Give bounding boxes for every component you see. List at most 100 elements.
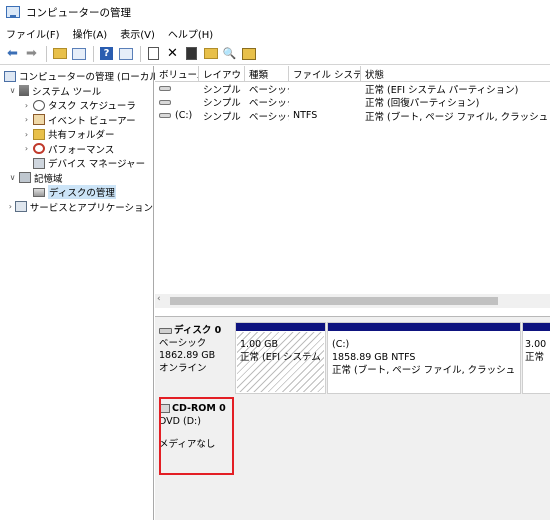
expand-chevron-icon[interactable]: › xyxy=(22,101,31,110)
tree-item-disk-management[interactable]: ディスクの管理 xyxy=(0,185,153,200)
partition-status: 正常 xyxy=(525,352,545,363)
partition-efi[interactable]: 1.00 GB 正常 (EFI システム パー xyxy=(235,322,326,394)
refresh-icon[interactable] xyxy=(145,45,162,62)
tree-item-system-tools[interactable]: ∨ システム ツール xyxy=(0,84,153,99)
volume-icon xyxy=(159,113,171,119)
tree-item-label: ディスクの管理 xyxy=(48,185,116,200)
show-hide-icon[interactable] xyxy=(117,45,134,62)
menu-action[interactable]: 操作(A) xyxy=(73,26,108,41)
tree-item-performance[interactable]: › パフォーマンス xyxy=(0,142,153,157)
clock-icon xyxy=(33,99,45,111)
highlight-box xyxy=(159,397,234,475)
tree-item-label: 記憶域 xyxy=(34,173,63,185)
menu-bar: ファイル(F) 操作(A) 表示(V) ヘルプ(H) xyxy=(0,24,550,43)
volume-icon xyxy=(159,99,171,105)
scrollbar-thumb[interactable] xyxy=(170,297,498,305)
tree-item-device-manager[interactable]: デバイス マネージャー xyxy=(0,156,153,171)
expand-chevron-icon[interactable]: › xyxy=(22,130,31,139)
back-arrow-icon[interactable]: ⬅ xyxy=(4,45,21,62)
tree-item-root[interactable]: コンピューターの管理 (ローカル) xyxy=(0,69,162,84)
collapse-chevron-icon[interactable]: ∨ xyxy=(8,173,17,182)
partition-bar xyxy=(236,323,325,331)
column-header-filesystem[interactable]: ファイル システム xyxy=(289,66,361,81)
up-folder-icon[interactable] xyxy=(51,45,68,62)
horizontal-scrollbar[interactable]: ‹ xyxy=(155,294,550,308)
device-manager-icon xyxy=(33,157,45,169)
table-row[interactable]: シンプル ベーシック 正常 (EFI システム パーティション) xyxy=(155,82,550,96)
performance-icon xyxy=(33,143,45,155)
cell-layout: シンプル xyxy=(203,111,241,123)
properties-icon[interactable] xyxy=(183,45,200,62)
tree-item-label: パフォーマンス xyxy=(48,144,115,156)
tools-icon xyxy=(19,85,29,97)
partition-status: 正常 (EFI システム パー xyxy=(240,352,323,363)
export-icon[interactable] xyxy=(240,45,257,62)
help-icon[interactable]: ? xyxy=(98,45,115,62)
partition-recovery[interactable]: 3.00 G 正常 xyxy=(522,322,550,394)
computer-icon xyxy=(4,70,16,82)
expand-chevron-icon[interactable]: › xyxy=(8,202,13,211)
column-header-volume[interactable]: ボリューム xyxy=(155,66,199,81)
tree-item-label: サービスとアプリケーション xyxy=(29,202,153,214)
disk-name: ディスク 0 xyxy=(174,325,222,336)
volume-table-header: ボリューム レイアウト 種類 ファイル システム 状態 xyxy=(155,66,550,82)
storage-icon xyxy=(19,172,31,184)
tree-item-label: デバイス マネージャー xyxy=(48,159,146,171)
services-icon xyxy=(14,201,27,213)
column-header-layout[interactable]: レイアウト xyxy=(199,66,245,81)
title-bar: コンピューターの管理 xyxy=(0,0,550,24)
partition-c[interactable]: (C:) 1858.89 GB NTFS 正常 (ブート, ページ ファイル, … xyxy=(327,322,521,394)
tree-item-label: イベント ビューアー xyxy=(48,115,136,127)
tree-item-event-viewer[interactable]: › イベント ビューアー xyxy=(0,113,153,128)
cell-layout: シンプル xyxy=(203,98,241,110)
tree-item-shared-folders[interactable]: › 共有フォルダー xyxy=(0,127,153,142)
partition-size: 1858.89 GB NTFS xyxy=(332,352,416,363)
collapse-chevron-icon[interactable]: ∨ xyxy=(8,86,17,95)
cell-type: ベーシック xyxy=(249,84,289,96)
window-title: コンピューターの管理 xyxy=(26,6,131,19)
table-row[interactable]: (C:) シンプル ベーシック NTFS 正常 (ブート, ページ ファイル, … xyxy=(155,109,550,123)
menu-view[interactable]: 表示(V) xyxy=(120,26,155,41)
toolbar-separator xyxy=(140,45,141,62)
computer-management-icon xyxy=(6,6,20,18)
delete-icon[interactable]: ✕ xyxy=(164,45,181,62)
disk-icon xyxy=(33,187,45,197)
shared-folder-icon xyxy=(33,128,45,140)
column-header-type[interactable]: 種類 xyxy=(245,66,289,81)
cell-layout: シンプル xyxy=(203,84,241,96)
cell-type: ベーシック xyxy=(249,98,289,110)
column-header-status[interactable]: 状態 xyxy=(361,66,550,81)
console-tree: コンピューターの管理 (ローカル) ∨ システム ツール › タスク スケジュー… xyxy=(0,66,162,520)
cell-volume: (C:) xyxy=(175,110,193,122)
partition-bar xyxy=(328,323,520,331)
toolbar-separator xyxy=(46,45,47,62)
search-icon[interactable]: 🔍 xyxy=(221,45,238,62)
tree-item-task-scheduler[interactable]: › タスク スケジューラ xyxy=(0,98,153,113)
disk-icon xyxy=(159,327,172,334)
toolbar-separator xyxy=(93,45,94,62)
open-folder-icon[interactable] xyxy=(202,45,219,62)
tree-item-services-apps[interactable]: › サービスとアプリケーション xyxy=(0,200,153,215)
tree-item-label: システム ツール xyxy=(32,86,102,98)
scroll-left-icon[interactable]: ‹ xyxy=(157,294,161,304)
disk-size: 1862.89 GB xyxy=(159,350,216,361)
table-row[interactable]: シンプル ベーシック 正常 (回復パーティション) xyxy=(155,96,550,110)
partition-size: 1.00 GB xyxy=(240,339,279,350)
menu-file[interactable]: ファイル(F) xyxy=(6,26,60,41)
toolbar: ⬅ ➡ ? ✕ 🔍 xyxy=(0,43,550,65)
forward-arrow-icon[interactable]: ➡ xyxy=(23,45,40,62)
cell-type: ベーシック xyxy=(249,111,289,123)
expand-chevron-icon[interactable]: › xyxy=(22,115,31,124)
cell-filesystem: NTFS xyxy=(293,110,318,122)
cell-status: 正常 (ブート, ページ ファイル, クラッシュ ダンプ, プラ xyxy=(365,111,550,123)
menu-help[interactable]: ヘルプ(H) xyxy=(168,26,213,41)
disk-0-info[interactable]: ディスク 0 ベーシック 1862.89 GB オンライン xyxy=(159,325,229,375)
event-log-icon xyxy=(33,114,45,126)
console-tree-icon[interactable] xyxy=(70,45,87,62)
tree-item-storage[interactable]: ∨ 記憶域 xyxy=(0,171,153,186)
tree-item-label: タスク スケジューラ xyxy=(48,101,136,113)
expand-chevron-icon[interactable]: › xyxy=(22,144,31,153)
disk-type: ベーシック xyxy=(159,337,207,349)
partition-title: (C:) xyxy=(332,339,350,350)
volume-list: ボリューム レイアウト 種類 ファイル システム 状態 シンプル ベーシック 正… xyxy=(155,66,550,310)
